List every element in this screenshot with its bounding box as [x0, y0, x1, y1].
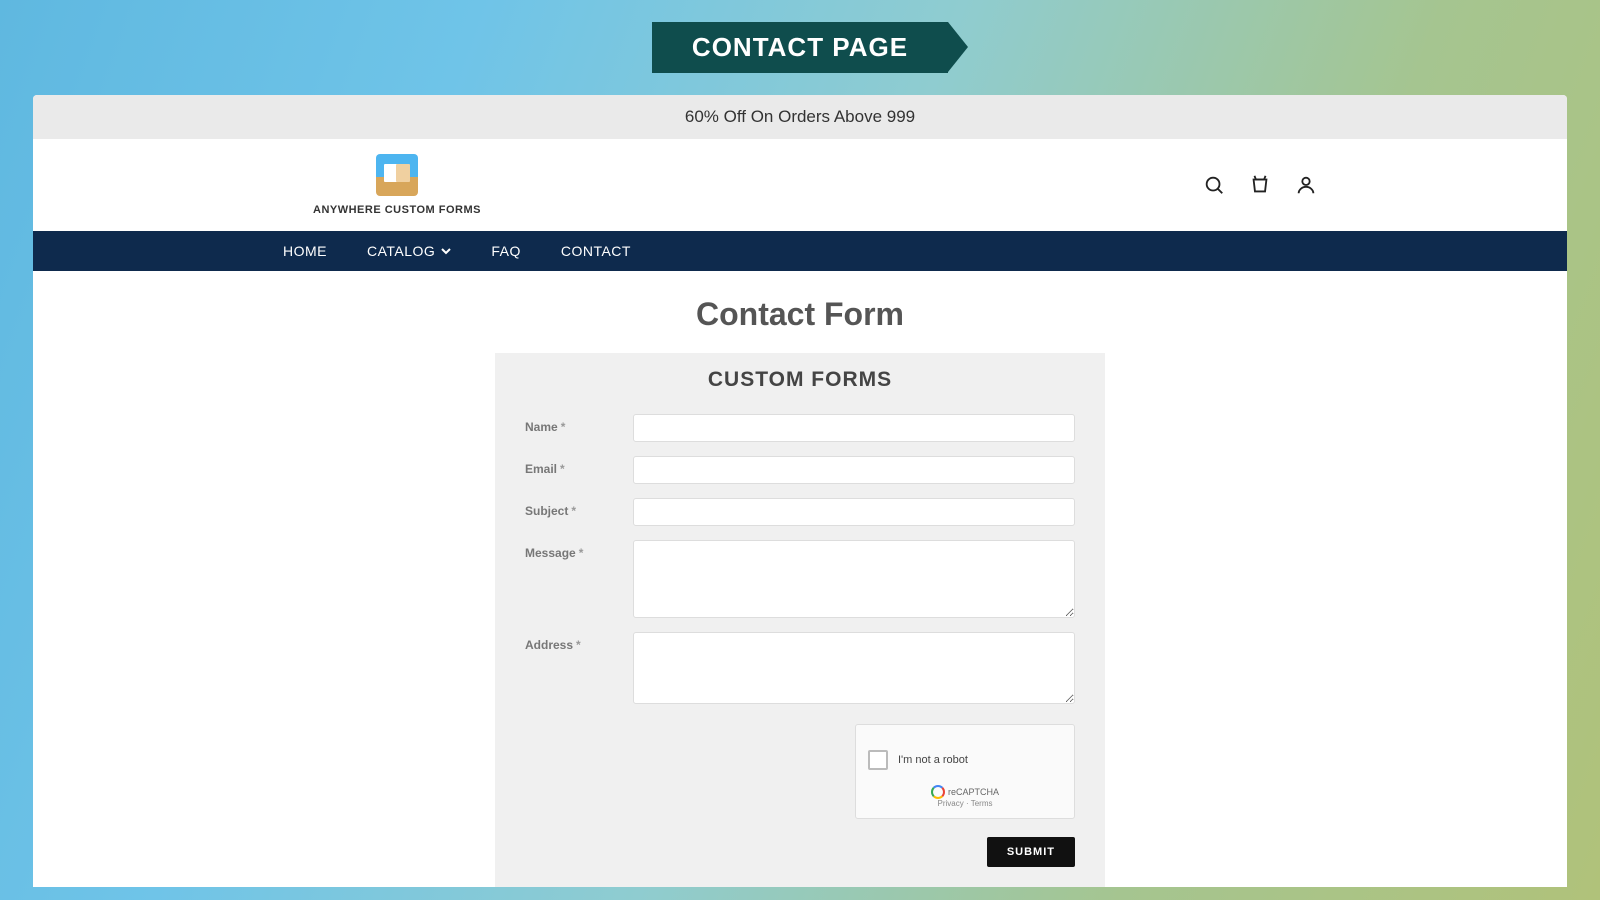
email-label: Email*	[525, 456, 633, 476]
captcha-row: I'm not a robot reCAPTCHA Privacy · Term…	[525, 724, 1075, 819]
recaptcha-brand: reCAPTCHA	[948, 787, 999, 797]
form-row-address: Address*	[525, 632, 1075, 704]
email-required: *	[560, 462, 565, 476]
recaptcha-logo: reCAPTCHA	[931, 785, 999, 799]
nav-home[interactable]: HOME	[283, 231, 327, 271]
address-input[interactable]	[633, 632, 1075, 704]
name-input[interactable]	[633, 414, 1075, 442]
subject-required: *	[571, 504, 576, 518]
form-row-email: Email*	[525, 456, 1075, 484]
account-icon[interactable]	[1295, 174, 1317, 196]
chevron-down-icon	[441, 246, 451, 256]
form-row-name: Name*	[525, 414, 1075, 442]
nav-contact[interactable]: CONTACT	[561, 231, 631, 271]
cart-icon[interactable]	[1249, 174, 1271, 196]
site-header: ANYWHERE CUSTOM FORMS	[33, 139, 1567, 231]
name-required: *	[561, 420, 566, 434]
main-container: 60% Off On Orders Above 999 ANYWHERE CUS…	[33, 95, 1567, 887]
recaptcha-icon	[931, 785, 945, 799]
page-title: Contact Form	[33, 296, 1567, 333]
recaptcha-label: I'm not a robot	[898, 754, 968, 766]
form-row-message: Message*	[525, 540, 1075, 618]
form-title: CUSTOM FORMS	[525, 368, 1075, 392]
form-row-subject: Subject*	[525, 498, 1075, 526]
header-icons	[1203, 174, 1317, 196]
recaptcha-widget[interactable]: I'm not a robot reCAPTCHA Privacy · Term…	[855, 724, 1075, 819]
logo-icon	[376, 154, 418, 196]
subject-label-text: Subject	[525, 504, 568, 518]
promo-bar: 60% Off On Orders Above 999	[33, 95, 1567, 139]
email-label-text: Email	[525, 462, 557, 476]
address-required: *	[576, 638, 581, 652]
message-input[interactable]	[633, 540, 1075, 618]
message-required: *	[579, 546, 584, 560]
form-panel: CUSTOM FORMS Name* Email* Subject* Messa…	[495, 353, 1105, 887]
site-logo[interactable]: ANYWHERE CUSTOM FORMS	[313, 154, 481, 216]
address-label: Address*	[525, 632, 633, 652]
address-label-text: Address	[525, 638, 573, 652]
message-label-text: Message	[525, 546, 576, 560]
submit-row: SUBMIT	[525, 837, 1075, 867]
nav-bar: HOME CATALOG FAQ CONTACT	[33, 231, 1567, 271]
name-label: Name*	[525, 414, 633, 434]
nav-catalog[interactable]: CATALOG	[367, 231, 451, 271]
subject-input[interactable]	[633, 498, 1075, 526]
name-label-text: Name	[525, 420, 558, 434]
submit-button[interactable]: SUBMIT	[987, 837, 1075, 867]
message-label: Message*	[525, 540, 633, 560]
nav-catalog-label: CATALOG	[367, 243, 435, 259]
page-banner: CONTACT PAGE	[652, 22, 948, 73]
recaptcha-links[interactable]: Privacy · Terms	[938, 799, 993, 808]
nav-faq[interactable]: FAQ	[491, 231, 521, 271]
email-input[interactable]	[633, 456, 1075, 484]
subject-label: Subject*	[525, 498, 633, 518]
search-icon[interactable]	[1203, 174, 1225, 196]
recaptcha-checkbox[interactable]	[868, 750, 888, 770]
logo-text: ANYWHERE CUSTOM FORMS	[313, 204, 481, 216]
